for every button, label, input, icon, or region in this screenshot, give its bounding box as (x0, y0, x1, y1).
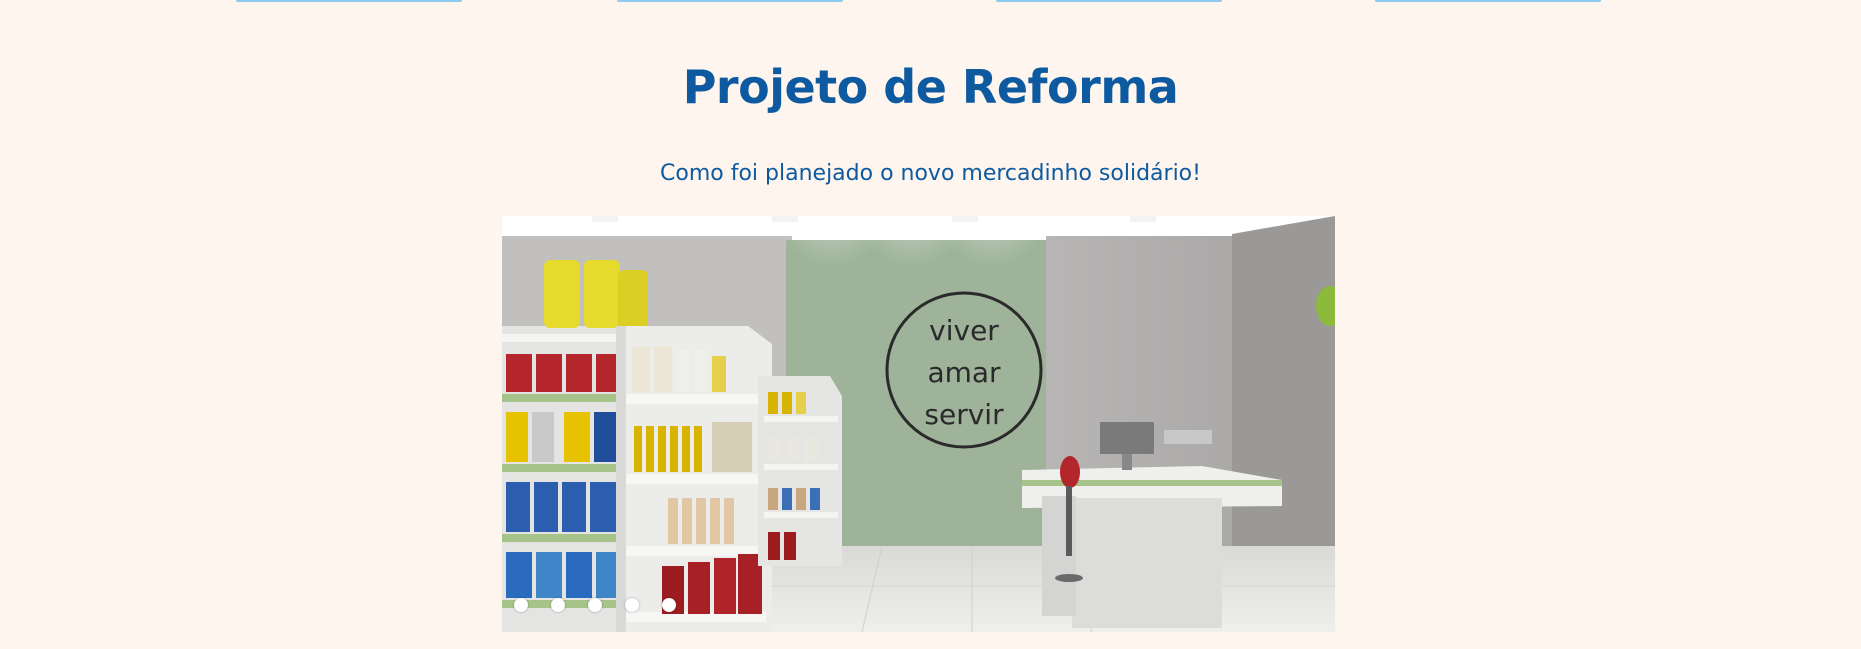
section-title: Projeto de Reforma (682, 60, 1179, 114)
wall-logo-line-1: viver (929, 314, 999, 347)
carousel-dot-5[interactable] (662, 598, 676, 612)
carousel-indicators (514, 598, 676, 612)
wall-logo-line-2: amar (927, 356, 1001, 389)
section-subtitle: Como foi planejado o novo mercadinho sol… (660, 161, 1201, 186)
carousel-dot-1[interactable] (514, 598, 528, 612)
carousel-dot-3[interactable] (588, 598, 602, 612)
top-strip-3 (996, 0, 1222, 2)
top-strip-4 (1375, 0, 1601, 2)
image-carousel[interactable]: viver amar servir (502, 216, 1335, 632)
carousel-dot-2[interactable] (551, 598, 565, 612)
top-decorative-strips (0, 0, 1861, 2)
top-strip-2 (617, 0, 843, 2)
top-strip-1 (236, 0, 462, 2)
store-render-image: viver amar servir (502, 216, 1335, 632)
carousel-dot-4[interactable] (625, 598, 639, 612)
wall-logo-line-3: servir (924, 398, 1004, 431)
